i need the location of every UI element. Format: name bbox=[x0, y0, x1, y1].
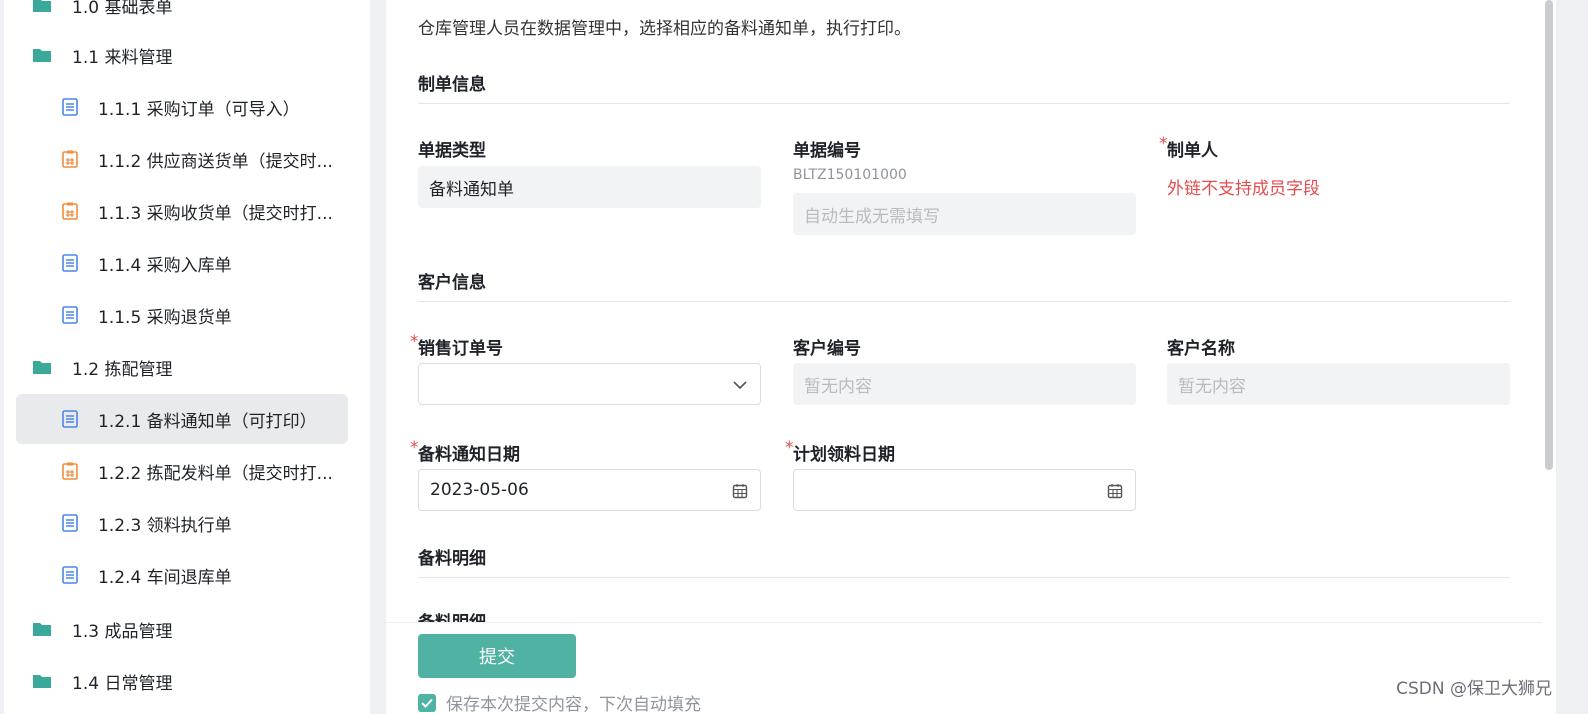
required-mark: * bbox=[1159, 134, 1168, 154]
document-icon bbox=[60, 305, 80, 325]
sidebar-item-label: 1.2 拣配管理 bbox=[72, 359, 173, 380]
sidebar-item-purchase-receipt[interactable]: 1.1.3 采购收货单（提交时打... bbox=[16, 186, 348, 236]
customer-no-placeholder: 暂无内容 bbox=[804, 376, 872, 397]
folder-icon bbox=[32, 357, 52, 377]
plan-date-label: * 计划领料日期 bbox=[785, 438, 895, 465]
sidebar-item-purchase-return[interactable]: 1.1.5 采购退货单 bbox=[16, 290, 348, 340]
sidebar-item-purchase-order[interactable]: 1.1.1 采购订单（可导入） bbox=[16, 82, 348, 132]
sidebar-item-label: 1.3 成品管理 bbox=[72, 621, 173, 642]
document-icon bbox=[60, 253, 80, 273]
sidebar-item-material-notice[interactable]: 1.2.1 备料通知单（可打印） bbox=[16, 394, 348, 444]
sidebar-item-finished-goods[interactable]: 1.3 成品管理 bbox=[16, 604, 348, 654]
section-title-customer-info: 客户信息 bbox=[418, 268, 1510, 302]
doc-no-placeholder: 自动生成无需填写 bbox=[804, 206, 940, 227]
notice-date-value: 2023-05-06 bbox=[430, 480, 529, 500]
sidebar-item-requisition[interactable]: 1.2.3 领料执行单 bbox=[16, 498, 348, 548]
sidebar-item-label: 1.4 日常管理 bbox=[72, 673, 173, 694]
creator-label-text: 制单人 bbox=[1167, 141, 1218, 161]
sidebar-item-label: 1.0 基础表单 bbox=[72, 0, 173, 18]
notice-date-label-text: 备料通知日期 bbox=[418, 445, 520, 465]
customer-name-placeholder: 暂无内容 bbox=[1178, 376, 1246, 397]
sidebar-item-incoming[interactable]: 1.1 来料管理 bbox=[16, 30, 348, 80]
customer-no-label: 客户编号 bbox=[793, 339, 861, 359]
save-content-option[interactable]: 保存本次提交内容，下次自动填充 bbox=[418, 690, 701, 714]
plan-date-label-text: 计划领料日期 bbox=[793, 445, 895, 465]
sidebar-item-picking[interactable]: 1.2 拣配管理 bbox=[16, 342, 348, 392]
sidebar: 1.0 基础表单 1.1 来料管理 1.1.1 采购订单（可导入） 1.1.2 … bbox=[4, 0, 370, 714]
detail-field-label-text: 备料明细 bbox=[418, 613, 486, 622]
calendar-icon bbox=[730, 481, 750, 501]
sales-order-label: * 销售订单号 bbox=[410, 332, 503, 359]
sidebar-item-supplier-delivery[interactable]: 1.1.2 供应商送货单（提交时... bbox=[16, 134, 348, 184]
doc-type-label: 单据类型 bbox=[418, 141, 486, 161]
detail-field-label: * 备料明细 bbox=[418, 608, 486, 622]
sidebar-item-label: 1.2.3 领料执行单 bbox=[98, 515, 232, 536]
folder-icon bbox=[32, 0, 52, 15]
folder-icon bbox=[32, 45, 52, 65]
doc-type-field: 备料通知单 bbox=[418, 166, 761, 208]
print-form-icon bbox=[60, 461, 80, 481]
sidebar-item-label: 1.1.2 供应商送货单（提交时... bbox=[98, 151, 333, 172]
sidebar-item-label: 1.2.2 拣配发料单（提交时打... bbox=[98, 463, 333, 484]
document-icon bbox=[60, 97, 80, 117]
print-form-icon bbox=[60, 201, 80, 221]
notice-date-label: * 备料通知日期 bbox=[410, 438, 520, 465]
doc-no-field: 自动生成无需填写 bbox=[793, 193, 1136, 235]
document-icon bbox=[60, 513, 80, 533]
submit-button[interactable]: 提交 bbox=[418, 634, 576, 678]
chevron-down-icon bbox=[730, 375, 750, 395]
sidebar-item-workshop-return[interactable]: 1.2.4 车间退库单 bbox=[16, 550, 348, 600]
folder-icon bbox=[32, 671, 52, 691]
scrollbar-thumb[interactable] bbox=[1545, 0, 1553, 470]
sidebar-item-purchase-inbound[interactable]: 1.1.4 采购入库单 bbox=[16, 238, 348, 288]
checkbox-checked-icon[interactable] bbox=[418, 693, 436, 712]
sales-order-label-text: 销售订单号 bbox=[418, 339, 503, 359]
calendar-icon bbox=[1105, 481, 1125, 501]
sidebar-item-label: 1.2.4 车间退库单 bbox=[98, 567, 232, 588]
sidebar-item-label: 1.1.3 采购收货单（提交时打... bbox=[98, 203, 333, 224]
sidebar-item-label: 1.1 来料管理 bbox=[72, 47, 173, 68]
required-mark: * bbox=[410, 332, 419, 352]
section-title-detail: 备料明细 bbox=[418, 544, 1510, 578]
section-title-order-info: 制单信息 bbox=[418, 70, 1510, 104]
save-content-label: 保存本次提交内容，下次自动填充 bbox=[446, 695, 701, 714]
required-mark: * bbox=[785, 438, 794, 458]
notice-date-picker[interactable]: 2023-05-06 bbox=[418, 469, 761, 511]
print-form-icon bbox=[60, 149, 80, 169]
folder-icon bbox=[32, 619, 52, 639]
document-icon bbox=[60, 409, 80, 429]
customer-name-label: 客户名称 bbox=[1167, 339, 1235, 359]
sidebar-item-daily[interactable]: 1.4 日常管理 bbox=[16, 656, 348, 706]
sidebar-item-label: 1.1.4 采购入库单 bbox=[98, 255, 232, 276]
sidebar-item-basic-forms[interactable]: 1.0 基础表单 bbox=[16, 0, 348, 30]
footer-divider bbox=[386, 622, 1542, 623]
customer-name-field: 暂无内容 bbox=[1167, 363, 1510, 405]
sidebar-item-label: 1.1.1 采购订单（可导入） bbox=[98, 99, 300, 120]
sidebar-item-picking-issue[interactable]: 1.2.2 拣配发料单（提交时打... bbox=[16, 446, 348, 496]
sales-order-select[interactable] bbox=[418, 363, 761, 405]
doc-type-value: 备料通知单 bbox=[429, 179, 514, 200]
form-panel: 仓库管理人员在数据管理中，选择相应的备料通知单，执行打印。 制单信息 单据类型 … bbox=[386, 0, 1542, 714]
sidebar-item-label: 1.2.1 备料通知单（可打印） bbox=[98, 411, 317, 432]
creator-warning: 外链不支持成员字段 bbox=[1167, 179, 1320, 199]
form-description: 仓库管理人员在数据管理中，选择相应的备料通知单，执行打印。 bbox=[418, 19, 911, 39]
plan-date-picker[interactable] bbox=[793, 469, 1136, 511]
required-mark: * bbox=[418, 608, 419, 622]
watermark: CSDN @保卫大狮兄 bbox=[1396, 679, 1552, 699]
creator-label: * 制单人 bbox=[1159, 134, 1218, 161]
sidebar-item-label: 1.1.5 采购退货单 bbox=[98, 307, 232, 328]
required-mark: * bbox=[410, 438, 419, 458]
document-icon bbox=[60, 565, 80, 585]
doc-no-hint: BLTZ150101000 bbox=[793, 167, 907, 183]
customer-no-field: 暂无内容 bbox=[793, 363, 1136, 405]
doc-no-label: 单据编号 bbox=[793, 141, 861, 161]
